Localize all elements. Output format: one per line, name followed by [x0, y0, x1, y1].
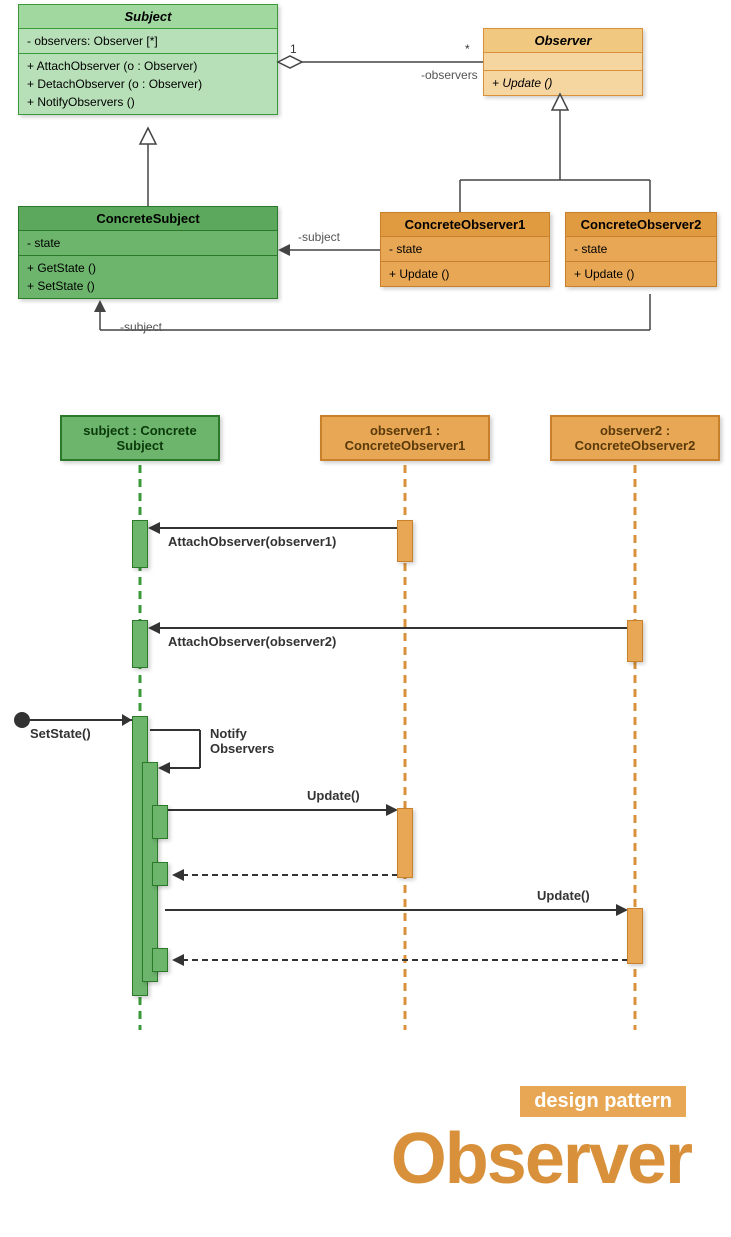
- lifeline-observer1-label: observer1 : ConcreteObserver1: [345, 423, 466, 453]
- attr: - state: [389, 240, 541, 258]
- op: + Update (): [574, 265, 708, 283]
- role-subject2: -subject: [120, 320, 162, 334]
- diagram-canvas: Subject - observers: Observer [*] + Atta…: [0, 0, 731, 1237]
- title: ConcreteObserver2: [566, 213, 716, 237]
- op: + Update (): [389, 265, 541, 283]
- activation: [627, 908, 643, 964]
- lifeline-subject-label: subject : Concrete Subject: [83, 423, 196, 453]
- op: + AttachObserver (o : Observer): [27, 57, 269, 75]
- subtitle: design pattern: [520, 1086, 686, 1117]
- activation: [132, 520, 148, 568]
- op: + GetState (): [27, 259, 269, 277]
- msg-update2: Update(): [537, 888, 590, 903]
- title: ConcreteObserver1: [381, 213, 549, 237]
- lifeline-observer2: observer2 : ConcreteObserver2: [550, 415, 720, 461]
- class-concrete-observer2: ConcreteObserver2 - state + Update (): [565, 212, 717, 287]
- class-observer-title: Observer: [484, 29, 642, 53]
- sequence-svg: [0, 0, 731, 1100]
- role-subject1: -subject: [298, 230, 340, 244]
- activation: [152, 862, 168, 886]
- activation: [152, 948, 168, 972]
- class-concrete-subject-title: ConcreteSubject: [19, 207, 277, 231]
- lifeline-subject: subject : Concrete Subject: [60, 415, 220, 461]
- activation: [152, 805, 168, 839]
- activation: [132, 620, 148, 668]
- attr: - state: [574, 240, 708, 258]
- class-concrete-observer1: ConcreteObserver1 - state + Update (): [380, 212, 550, 287]
- activation: [397, 520, 413, 562]
- main-title: Observer: [391, 1118, 691, 1200]
- mult-1: 1: [290, 42, 297, 56]
- attr: - state: [27, 234, 269, 252]
- op: + DetachObserver (o : Observer): [27, 75, 269, 93]
- class-subject: Subject - observers: Observer [*] + Atta…: [18, 4, 278, 115]
- msg-attach2: AttachObserver(observer2): [168, 634, 336, 649]
- class-observer: Observer + Update (): [483, 28, 643, 96]
- class-subject-title: Subject: [19, 5, 277, 29]
- attr: - observers: Observer [*]: [27, 32, 269, 50]
- op: + NotifyObservers (): [27, 93, 269, 111]
- op: + Update (): [492, 74, 634, 92]
- mult-star: *: [465, 42, 470, 56]
- activation: [397, 808, 413, 878]
- lifeline-observer2-label: observer2 : ConcreteObserver2: [575, 423, 696, 453]
- role-observers: -observers: [421, 68, 478, 82]
- activation: [627, 620, 643, 662]
- start-node-icon: [14, 712, 30, 728]
- msg-attach1: AttachObserver(observer1): [168, 534, 336, 549]
- lifeline-observer1: observer1 : ConcreteObserver1: [320, 415, 490, 461]
- class-concrete-subject: ConcreteSubject - state + GetState () + …: [18, 206, 278, 299]
- msg-update1: Update(): [307, 788, 360, 803]
- msg-notify: Notify Observers: [210, 726, 290, 756]
- msg-setstate: SetState(): [30, 726, 91, 741]
- op: + SetState (): [27, 277, 269, 295]
